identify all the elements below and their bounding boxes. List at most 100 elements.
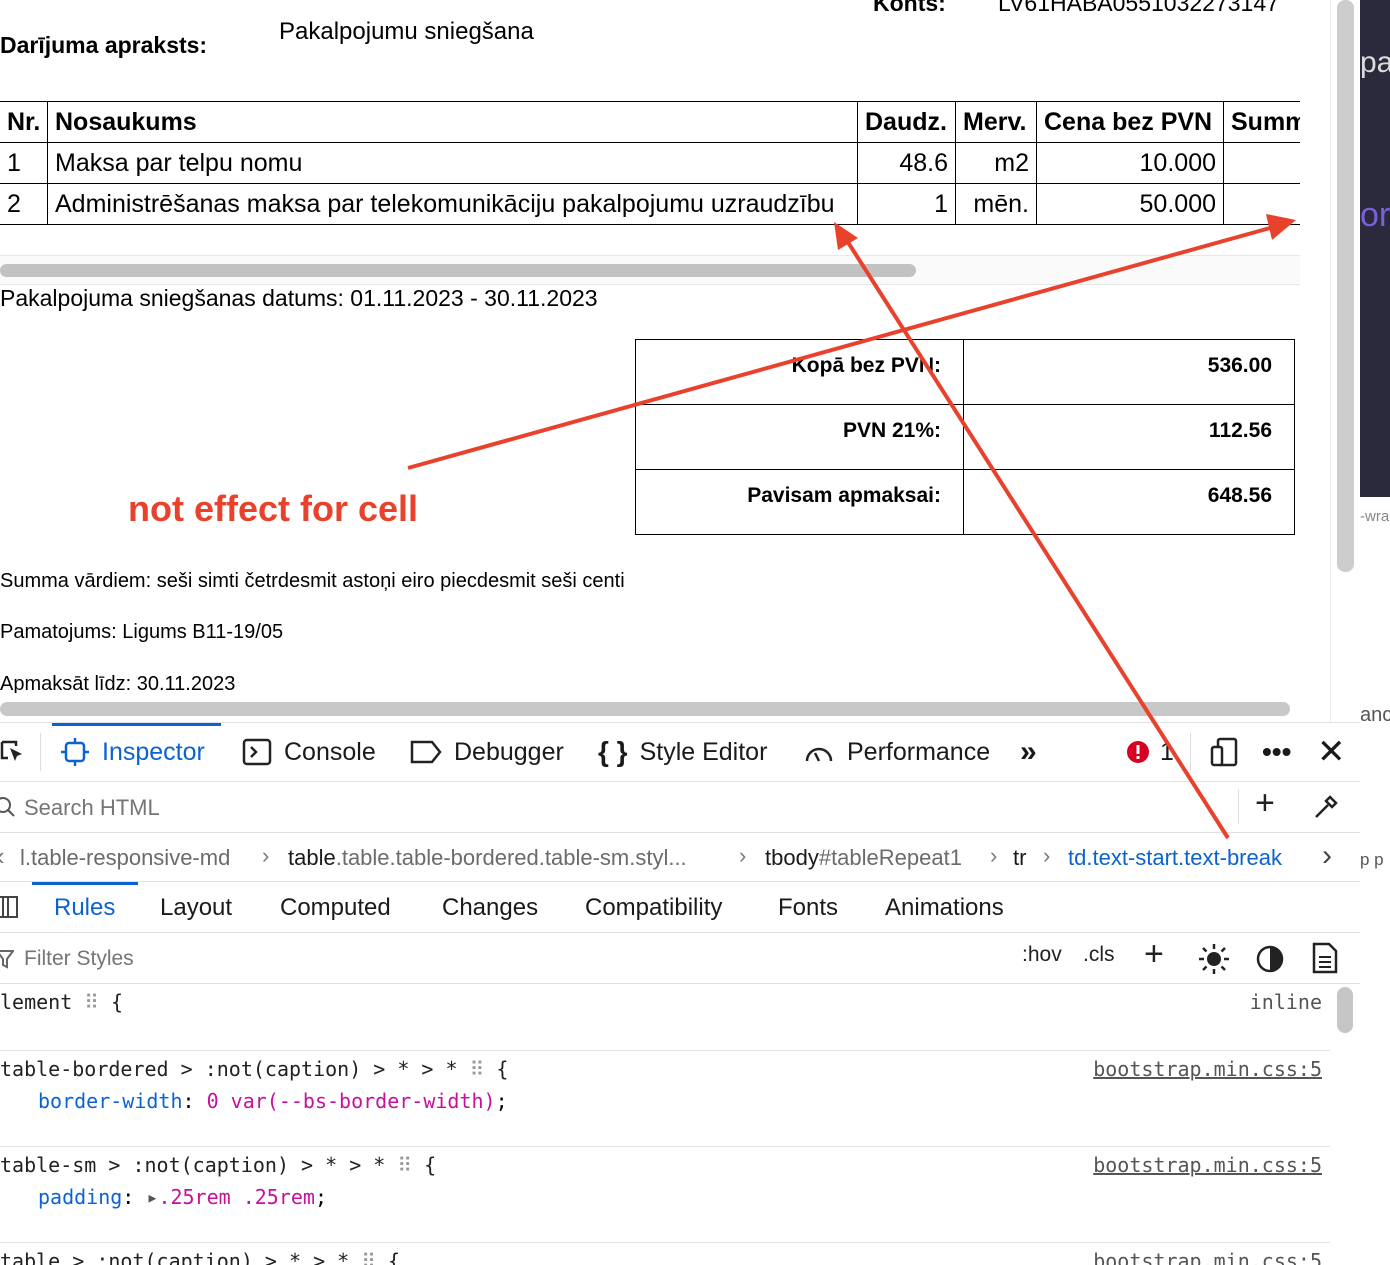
tab-style-editor[interactable]: { } Style Editor xyxy=(598,723,767,781)
add-node-icon[interactable]: + xyxy=(1255,784,1275,823)
css-declaration[interactable]: border-width: 0 var(--bs-border-width); xyxy=(38,1089,508,1113)
search-html-input[interactable] xyxy=(22,790,1226,826)
table-cell: Administrēšanas maksa par telekomunikāci… xyxy=(47,183,858,225)
tab-debugger[interactable]: Debugger xyxy=(410,723,564,781)
close-icon[interactable]: ✕ xyxy=(1317,723,1346,781)
devtools-panel: Inspector Console Debugger { } Style Edi… xyxy=(0,722,1360,1265)
css-declaration[interactable]: padding: ▸.25rem .25rem; xyxy=(38,1185,327,1209)
more-tools-chevron-icon[interactable]: » xyxy=(1020,723,1037,781)
table-cell: 2 xyxy=(0,183,48,225)
side-strip-text: anc xyxy=(1360,704,1390,726)
table-horizontal-scrollbar[interactable] xyxy=(0,255,1300,285)
rule-source-link[interactable]: bootstrap.min.css:5 xyxy=(1093,1249,1322,1265)
annotation-text: not effect for cell xyxy=(128,488,419,529)
rule-selector: lement ⠿ { xyxy=(0,990,124,1014)
responsive-icon xyxy=(1210,737,1238,767)
tab-label: Style Editor xyxy=(639,737,768,766)
hover-state-toggle[interactable]: :hov xyxy=(1022,943,1062,967)
table-cell: 48.6 xyxy=(857,142,956,184)
table-cell: 50.000 xyxy=(1036,183,1224,225)
css-rules-list: lement ⠿ { inline table-bordered > :not(… xyxy=(0,984,1330,1265)
tab-console[interactable]: Console xyxy=(242,723,376,781)
side-panel-text: pa xyxy=(1360,46,1390,79)
breadcrumb-item-selected[interactable]: td.text-start.text-break xyxy=(1068,845,1282,871)
column-header: Cena bez PVN xyxy=(1036,101,1224,143)
totals-row: Pavisam apmaksai: 648.56 xyxy=(635,469,1295,535)
chevron-right-icon: › xyxy=(262,843,270,868)
tab-computed[interactable]: Computed xyxy=(280,894,391,922)
rule-selector: table-bordered > :not(caption) > * > * ⠿… xyxy=(0,1057,509,1081)
page-vertical-scrollbar-thumb[interactable] xyxy=(1337,0,1354,572)
payment-due-date: Apmaksāt līdz: 30.11.2023 xyxy=(0,673,236,693)
table-cell xyxy=(1223,183,1300,225)
tab-rules[interactable]: Rules xyxy=(54,894,115,922)
chevron-right-icon: › xyxy=(739,843,747,868)
responsive-mode-button[interactable] xyxy=(1210,723,1240,781)
breadcrumb-item[interactable]: table.table.table-bordered.table-sm.styl… xyxy=(288,845,687,871)
class-toggle[interactable]: .cls xyxy=(1083,943,1115,967)
grid-icon: ⠿ xyxy=(361,1249,388,1265)
tab-inspector[interactable]: Inspector xyxy=(52,723,221,781)
light-mode-icon[interactable] xyxy=(1198,943,1230,975)
inspector-icon xyxy=(61,738,89,766)
expand-triangle-icon[interactable]: ▸ xyxy=(146,1185,158,1209)
amount-in-words: Summa vārdiem: seši simti četrdesmit ast… xyxy=(0,570,625,592)
tab-layout[interactable]: Layout xyxy=(160,894,232,922)
devtools-toolbar: Inspector Console Debugger { } Style Edi… xyxy=(0,723,1360,782)
filter-styles-input[interactable] xyxy=(22,941,926,977)
tab-label: Inspector xyxy=(102,737,205,766)
rule-source-link[interactable]: bootstrap.min.css:5 xyxy=(1093,1057,1322,1081)
tab-animations[interactable]: Animations xyxy=(885,894,1004,922)
chevron-left-icon[interactable]: ‹ xyxy=(0,841,5,872)
tab-compatibility[interactable]: Compatibility xyxy=(585,894,722,922)
table-scrollbar-thumb[interactable] xyxy=(0,264,916,277)
breadcrumb-item[interactable]: tr xyxy=(1013,845,1026,871)
tab-changes[interactable]: Changes xyxy=(442,894,538,922)
css-rule[interactable]: table-bordered > :not(caption) > * > * ⠿… xyxy=(0,1051,1330,1147)
filter-icon xyxy=(0,950,14,969)
css-rule[interactable]: table > :not(caption) > * > * ⠿ { bootst… xyxy=(0,1243,1330,1265)
side-strip-text: p p xyxy=(1360,850,1384,869)
totals-row: PVN 21%: 112.56 xyxy=(635,404,1295,470)
print-media-icon[interactable] xyxy=(1312,942,1338,974)
table-row: 1 Maksa par telpu nomu 48.6 m2 10.000 xyxy=(0,142,1300,184)
css-rule[interactable]: lement ⠿ { inline xyxy=(0,984,1330,1051)
breadcrumb: ‹ l.table-responsive-md › table.table.ta… xyxy=(0,833,1360,882)
tab-fonts[interactable]: Fonts xyxy=(778,894,838,922)
css-rule[interactable]: table-sm > :not(caption) > * > * ⠿ { boo… xyxy=(0,1147,1330,1243)
dark-mode-icon[interactable] xyxy=(1255,944,1285,974)
transaction-description-label: Darījuma apraksts: xyxy=(0,32,208,58)
more-options-icon[interactable]: ••• xyxy=(1262,723,1291,781)
column-header: Nosaukums xyxy=(47,101,858,143)
table-cell: 1 xyxy=(0,142,48,184)
inspector-sidebar-tabs: Rules Layout Computed Changes Compatibil… xyxy=(0,882,1360,933)
toggle-sidebar-icon[interactable] xyxy=(0,896,18,918)
page-horizontal-scrollbar-thumb[interactable] xyxy=(0,702,1290,716)
debugger-icon xyxy=(410,740,442,764)
table-cell: Maksa par telpu nomu xyxy=(47,142,858,184)
items-table-responsive-wrapper[interactable]: Nr. Nosaukums Daudz. Merv. Cena bez PVN … xyxy=(0,101,1300,227)
html-search-bar: + xyxy=(0,782,1360,833)
table-cell: 10.000 xyxy=(1036,142,1224,184)
rules-scrollbar-thumb[interactable] xyxy=(1337,987,1353,1033)
gauge-icon xyxy=(805,747,833,762)
breadcrumb-item[interactable]: tbody#tableRepeat1 xyxy=(765,845,962,871)
breadcrumb-item[interactable]: l.table-responsive-md xyxy=(20,845,230,871)
tab-label: Console xyxy=(284,737,376,766)
add-rule-icon[interactable]: + xyxy=(1144,935,1164,974)
tab-performance[interactable]: Performance xyxy=(803,723,990,781)
side-panel: pa or xyxy=(1360,0,1390,497)
eyedropper-icon[interactable] xyxy=(1312,793,1340,821)
element-picker-button[interactable] xyxy=(0,723,26,781)
page-horizontal-scrollbar[interactable] xyxy=(0,700,1330,720)
error-count-button[interactable]: 1 xyxy=(1126,723,1174,781)
rule-selector: table-sm > :not(caption) > * > * ⠿ { xyxy=(0,1153,437,1177)
grid-icon: ⠿ xyxy=(84,990,111,1014)
chevron-right-icon[interactable]: › xyxy=(1322,839,1332,873)
rule-selector: table > :not(caption) > * > * ⠿ { xyxy=(0,1249,400,1265)
totals-label: Kopā bez PVN: xyxy=(635,339,964,405)
table-row: 2 Administrēšanas maksa par telekomunikā… xyxy=(0,183,1300,225)
totals-table: Kopā bez PVN: 536.00 PVN 21%: 112.56 Pav… xyxy=(635,339,1295,535)
rule-source-link[interactable]: bootstrap.min.css:5 xyxy=(1093,1153,1322,1177)
side-panel-text: or xyxy=(1360,196,1390,234)
